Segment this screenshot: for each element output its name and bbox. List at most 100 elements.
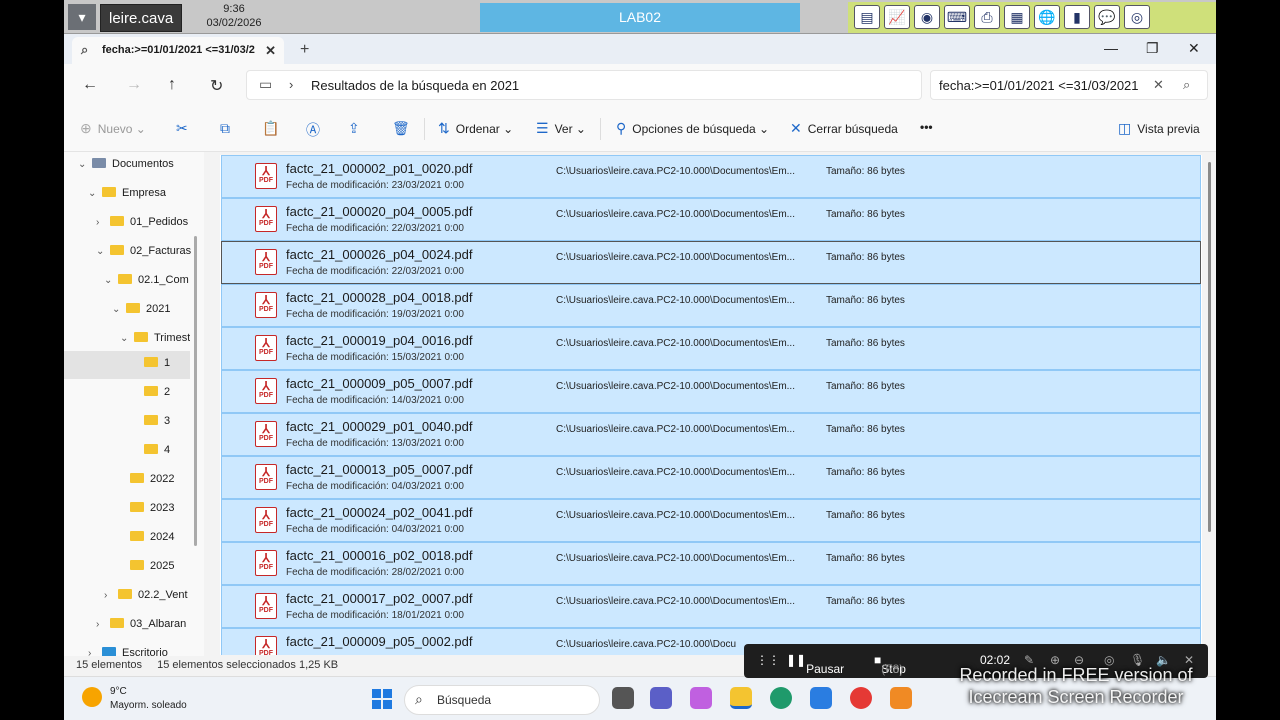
book-icon[interactable]: ▮ [1064,5,1090,29]
sort-button[interactable]: ⇅ Ordenar ⌄ [438,120,513,137]
file-name[interactable]: factc_21_000017_p02_0007.pdf [286,591,473,606]
tree-item-trimestre[interactable]: ⌄ Trimest [120,326,190,354]
keyboard-icon[interactable]: ⌨ [944,5,970,29]
tree-item-4[interactable]: 4 [144,438,190,466]
file-row[interactable]: PDF factc_21_000019_p04_0016.pdf Fecha de … [221,326,1201,370]
session-name[interactable]: LAB02 [480,3,800,32]
file-name[interactable]: factc_21_000002_p01_0020.pdf [286,161,473,176]
pause-button[interactable]: ❚❚ Pausar [786,653,844,676]
chart-icon[interactable]: 📈 [884,5,910,29]
edge-icon[interactable] [770,687,792,709]
chat-icon[interactable]: 💬 [1094,5,1120,29]
close-window-button[interactable]: ✕ [1188,40,1200,57]
file-row[interactable]: PDF factc_21_000020_p04_0005.pdf Fecha de … [221,197,1201,241]
breadcrumb[interactable]: Resultados de la búsqueda en 2021 [311,78,519,93]
tree-item-albaranes[interactable]: › 03_Albaran [96,612,198,640]
minimize-button[interactable]: — [1104,40,1118,56]
tree-item-2025[interactable]: 2025 [130,554,198,582]
task-view-icon[interactable] [612,687,634,709]
copilot-icon[interactable] [690,687,712,709]
file-row[interactable]: PDF factc_21_000002_p01_0020.pdf Fecha de … [221,155,1201,198]
tree-item-2024[interactable]: 2024 [130,525,198,553]
file-name[interactable]: factc_21_000013_p05_0007.pdf [286,462,473,477]
tree-item-ventas[interactable]: › 02.2_Vent [104,583,198,611]
copy-icon[interactable]: ⧉ [220,120,236,137]
file-row[interactable]: PDF factc_21_000024_p02_0041.pdf Fecha de … [221,498,1201,542]
file-name[interactable]: factc_21_000009_p05_0007.pdf [286,376,473,391]
file-name[interactable]: factc_21_000024_p02_0041.pdf [286,505,473,520]
file-name[interactable]: factc_21_000028_p04_0018.pdf [286,290,473,305]
tree-label: 02.2_Vent [138,589,188,601]
globe-icon[interactable]: 🌐 [1034,5,1060,29]
sidebar-scrollbar[interactable] [194,236,197,546]
file-name[interactable]: factc_21_000020_p04_0005.pdf [286,204,473,219]
rename-icon[interactable]: Ⓐ [306,120,326,140]
file-name[interactable]: factc_21_000019_p04_0016.pdf [286,333,473,348]
share-icon[interactable]: ⇪ [348,120,366,137]
refresh-button[interactable]: ↻ [210,76,223,96]
tree-item-documentos[interactable]: ⌄ Documentos [78,152,198,180]
up-button[interactable]: ↑ [168,76,176,94]
address-bar[interactable]: ▭ › Resultados de la búsqueda en 2021 [246,70,922,100]
tree-item-escritorio[interactable]: › Escritorio [88,641,198,656]
clear-search-icon[interactable]: ✕ [1153,77,1164,93]
printer-icon[interactable]: ⎙ [974,5,1000,29]
chrome-icon[interactable] [850,687,872,709]
teams-icon[interactable] [650,687,672,709]
paste-icon[interactable]: 📋 [262,120,285,137]
file-row[interactable]: PDF factc_21_000026_p04_0024.pdf Fecha de … [221,240,1201,284]
file-row[interactable]: PDF factc_21_000028_p04_0018.pdf Fecha de … [221,283,1201,327]
search-box[interactable]: fecha:>=01/01/2021 <=31/03/2021 ✕ ⌕ [930,70,1208,100]
maximize-button[interactable]: ❐ [1146,40,1159,57]
file-row[interactable]: PDF factc_21_000017_p02_0007.pdf Fecha de … [221,584,1201,628]
file-name[interactable]: factc_21_000029_p01_0040.pdf [286,419,473,434]
search-icon[interactable]: ⌕ [1183,77,1190,93]
recorder-app-icon[interactable] [890,687,912,709]
lifebuoy-icon[interactable]: ◎ [1124,5,1150,29]
view-button[interactable]: ☰ Ver ⌄ [536,120,586,137]
file-row[interactable]: PDF factc_21_000009_p05_0007.pdf Fecha de … [221,369,1201,413]
file-row[interactable]: PDF factc_21_000029_p01_0040.pdf Fecha de … [221,412,1201,456]
chevron-right-icon[interactable]: › [289,77,293,92]
file-row[interactable]: PDF factc_21_000016_p02_0018.pdf Fecha de … [221,541,1201,585]
window-icon[interactable]: ▦ [1004,5,1030,29]
store-icon[interactable] [810,687,832,709]
search-options-button[interactable]: ⚲ Opciones de búsqueda ⌄ [616,120,769,137]
tree-item-facturas[interactable]: ⌄ 02_Facturas [96,239,198,267]
pin-icon[interactable]: ▾ [68,4,96,30]
close-search-button[interactable]: ✕ Cerrar búsqueda [790,120,898,137]
back-button[interactable]: ← [82,76,98,94]
new-button[interactable]: ⊕ Nuevo ⌄ [80,120,146,137]
list-scrollbar[interactable] [1208,162,1211,532]
new-tab-button[interactable]: + [300,41,309,59]
drag-handle-icon[interactable]: ⋮⋮ [756,653,780,667]
tree-item-pedidos[interactable]: › 01_Pedidos [96,210,198,238]
more-button[interactable]: ••• [920,120,933,134]
file-explorer-icon[interactable] [730,687,752,709]
tree-item-empresa[interactable]: ⌄ Empresa [88,181,198,209]
tree-item-3[interactable]: 3 [144,409,190,437]
stop-button[interactable]: ■ Stop (F8) [874,653,906,676]
close-tab-icon[interactable]: ✕ [265,43,276,59]
tab-search-results[interactable]: ⌕ fecha:>=01/01/2021 <=31/03/2 ✕ [72,37,284,64]
tree-item-2021[interactable]: ⌄ 2021 [112,297,198,325]
tree-item-1[interactable]: 1 [64,351,190,379]
delete-icon[interactable]: 🗑 [392,120,416,137]
file-name[interactable]: factc_21_000009_p05_0002.pdf [286,634,473,649]
tree-item-compras[interactable]: ⌄ 02.1_Com [104,268,198,296]
file-path: C:\Usuarios\leire.cava.PC2-10.000\Docume… [556,424,795,435]
cut-icon[interactable]: ✂ [176,120,194,137]
tree-item-2022[interactable]: 2022 [130,467,198,495]
file-name[interactable]: factc_21_000016_p02_0018.pdf [286,548,473,563]
start-button[interactable] [372,689,392,709]
search-input[interactable]: fecha:>=01/01/2021 <=31/03/2021 [939,78,1139,93]
file-row[interactable]: PDF factc_21_000013_p05_0007.pdf Fecha de … [221,455,1201,499]
preview-button[interactable]: ◫ Vista previa [1118,120,1200,137]
taskbar-search[interactable]: ⌕ Búsqueda [404,685,600,715]
tree-item-2[interactable]: 2 [144,380,190,408]
document-icon[interactable]: ▤ [854,5,880,29]
tree-item-2023[interactable]: 2023 [130,496,198,524]
forward-button[interactable]: → [126,76,142,94]
disc-icon[interactable]: ◉ [914,5,940,29]
file-name[interactable]: factc_21_000026_p04_0024.pdf [286,247,473,262]
